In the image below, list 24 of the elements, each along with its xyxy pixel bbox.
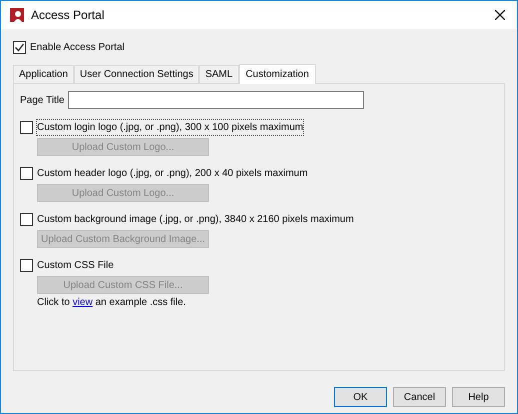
tab[interactable]: User Connection Settings xyxy=(74,65,200,83)
checkbox[interactable] xyxy=(13,40,26,54)
checkbox-label: Custom CSS File xyxy=(37,258,114,272)
help-text: Click to view an example .css file. xyxy=(37,296,187,310)
checkbox-label: Custom background image (.jpg, or .png), 3840 x 2160 pixels maximum xyxy=(37,212,354,226)
app-logo-icon xyxy=(9,7,25,23)
window-title: Access Portal xyxy=(31,7,106,24)
checkbox[interactable] xyxy=(20,120,33,134)
field-label: Page Title xyxy=(20,94,64,108)
checkbox[interactable] xyxy=(20,166,33,180)
dialog-button[interactable]: Help xyxy=(452,387,505,407)
checkbox[interactable] xyxy=(20,212,33,226)
view-link[interactable]: view xyxy=(72,297,93,308)
checkbox-label: Custom header logo (.jpg, or .png), 200 x 40 pixels maximum xyxy=(37,166,308,180)
checkbox[interactable] xyxy=(20,258,33,272)
dialog-button[interactable]: OK xyxy=(334,387,387,407)
close-icon[interactable] xyxy=(495,10,505,20)
tab[interactable]: Customization xyxy=(238,64,316,84)
tab[interactable]: SAML xyxy=(199,65,239,83)
checkbox-label: Custom login logo (.jpg, or .png), 300 x 100 pixels maximum xyxy=(37,120,304,134)
tab[interactable]: Application xyxy=(13,65,74,83)
page-title-field[interactable] xyxy=(68,91,364,109)
checkbox-label: Enable Access Portal xyxy=(30,40,124,54)
dialog-button[interactable]: Cancel xyxy=(393,387,446,407)
